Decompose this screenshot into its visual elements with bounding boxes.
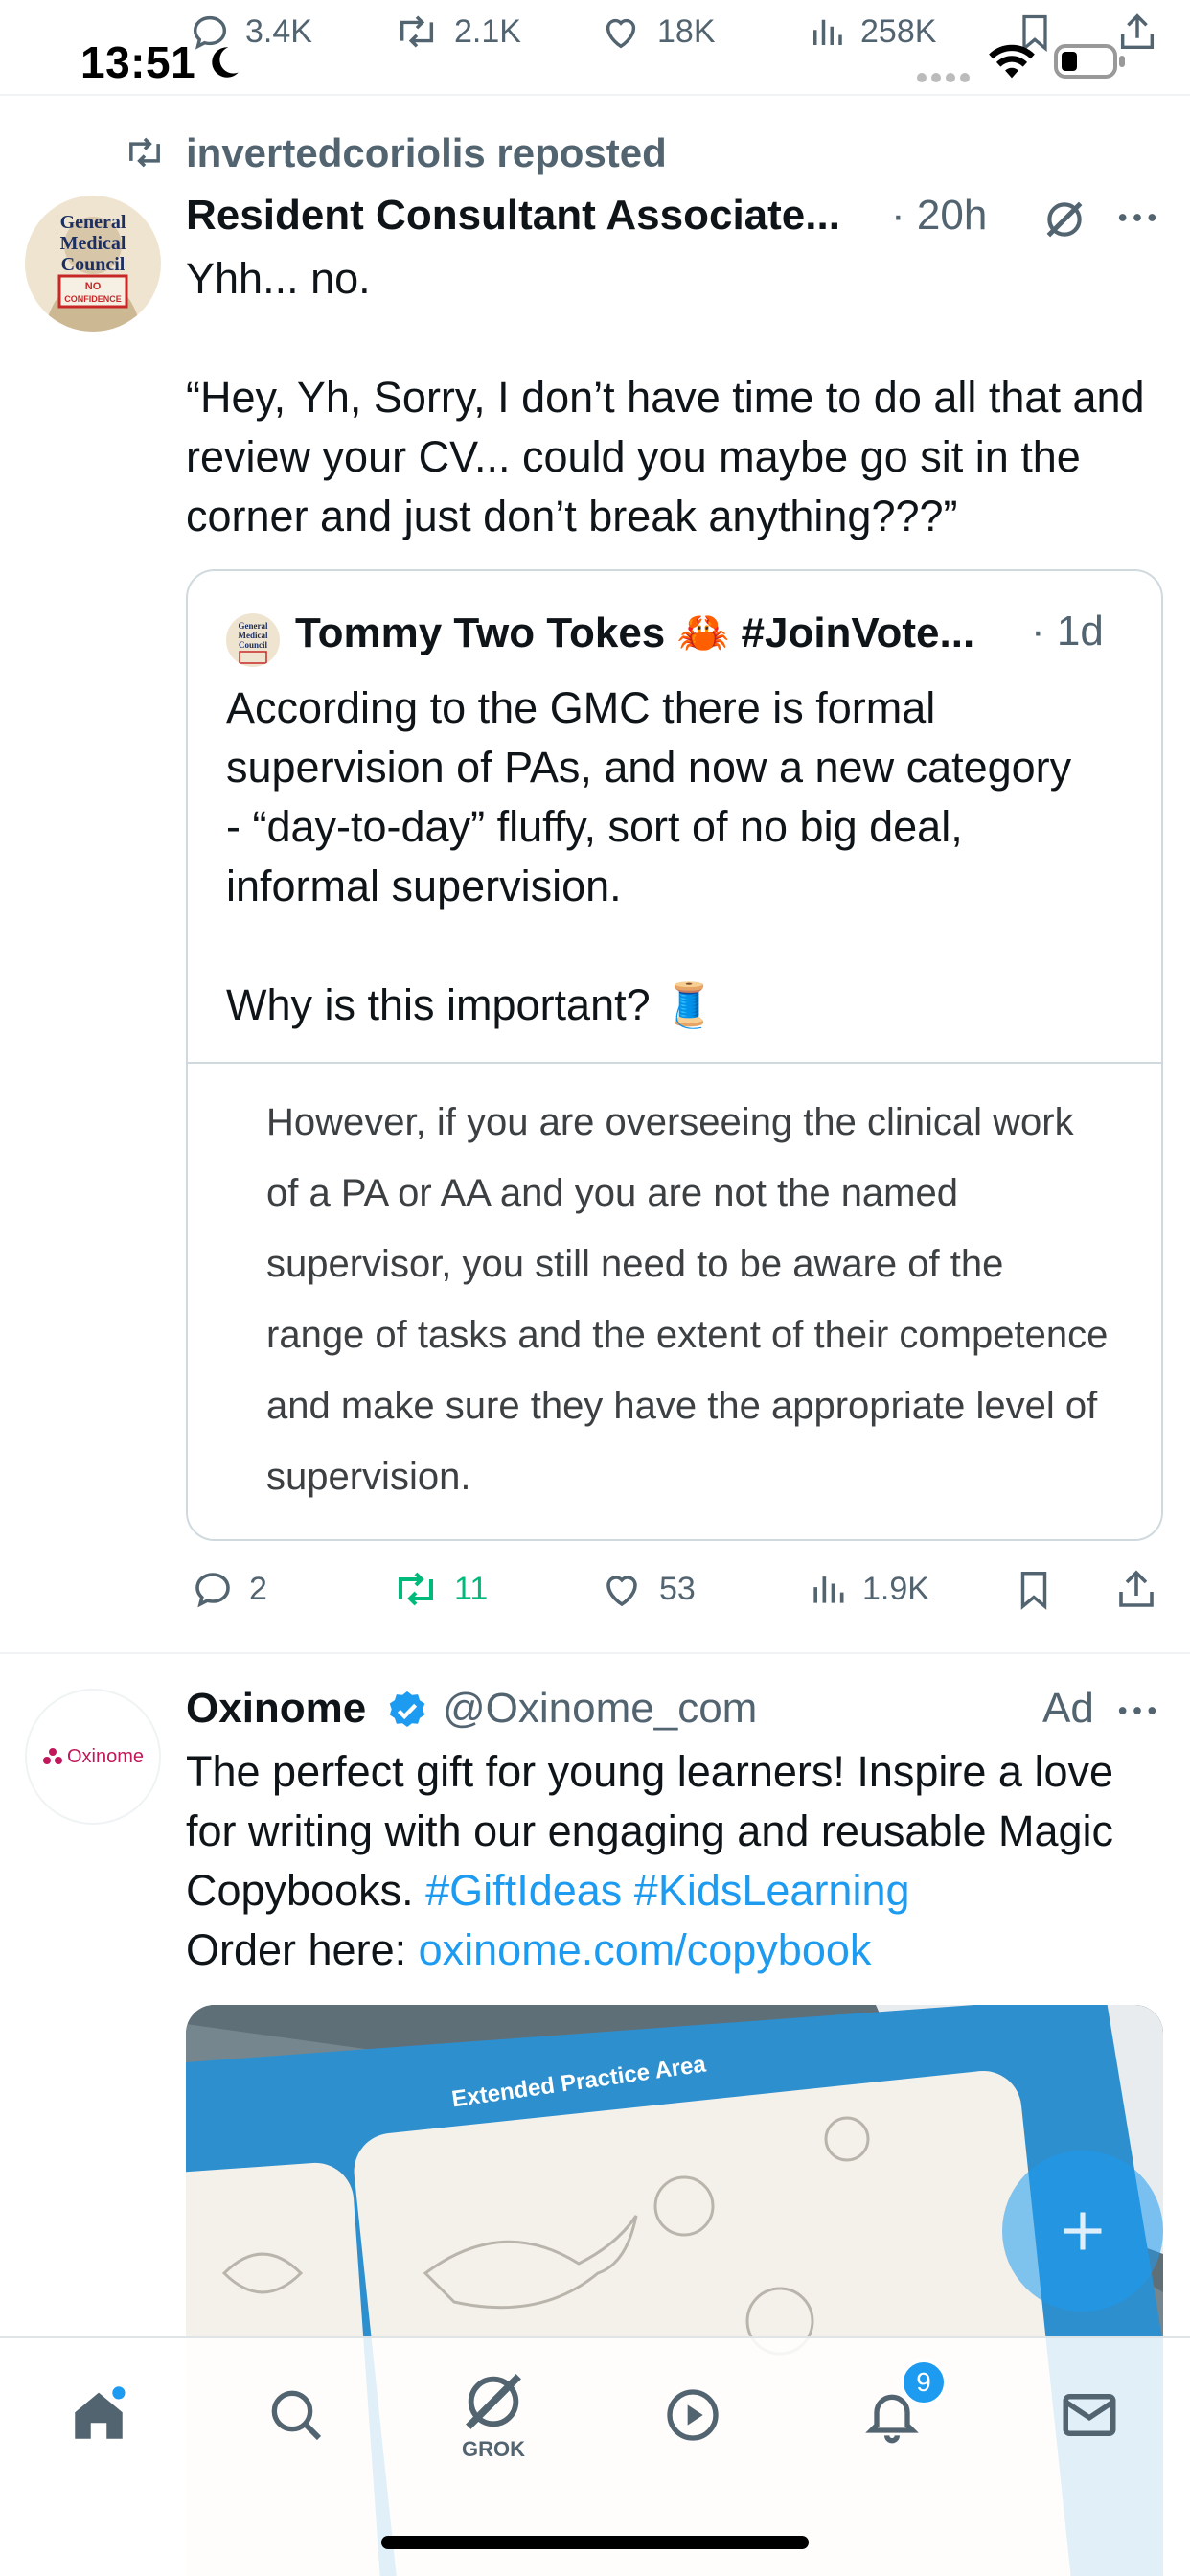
prev-like-count: 18K — [657, 12, 716, 50]
nav-grok[interactable]: GROK — [441, 2362, 546, 2468]
heart-icon — [598, 1566, 646, 1612]
repost-indicator-icon — [123, 130, 167, 174]
advertiser-avatar-text: Oxinome — [66, 1745, 145, 1767]
post-time: · 20h — [891, 192, 988, 239]
bookmark-icon — [1012, 1566, 1056, 1614]
repost-icon — [393, 10, 441, 54]
author-name[interactable]: Resident Consultant Associate... — [186, 192, 840, 240]
ad-label: Ad — [1042, 1685, 1094, 1732]
repost-indicator-label[interactable]: invertedcoriolis reposted — [186, 130, 667, 176]
views-count: 1.9K — [862, 1570, 929, 1607]
reply-count: 2 — [249, 1570, 267, 1607]
post-divider — [0, 1652, 1190, 1654]
oxinome-logo-icon — [42, 1748, 62, 1764]
advertiser-avatar[interactable]: Oxinome — [25, 1689, 161, 1825]
quoted-image-text: However, if you are overseeing the clini… — [266, 1101, 1109, 1498]
verified-badge-icon — [385, 1689, 429, 1733]
repost-button[interactable]: 11 — [391, 1566, 488, 1612]
avatar-text-line: Medical — [60, 233, 126, 254]
repost-icon — [391, 1566, 441, 1612]
prev-views-count: 258K — [860, 12, 937, 50]
hashtag-link[interactable]: #GiftIdeas — [425, 1866, 622, 1915]
do-not-disturb-moon-icon — [203, 42, 243, 82]
avatar-text-line: General — [60, 212, 126, 233]
quoted-avatar-text: Medical — [239, 631, 268, 640]
share-button[interactable] — [1113, 1566, 1159, 1614]
quoted-text-p2: Why is this important? 🧵 — [226, 980, 717, 1029]
wifi-icon — [987, 42, 1037, 80]
views-icon — [807, 10, 847, 54]
prev-views-action[interactable]: 258K — [807, 8, 936, 56]
battery-icon — [1054, 42, 1127, 80]
hashtag-link[interactable]: #KidsLearning — [634, 1866, 910, 1915]
advertiser-handle[interactable]: @Oxinome_com — [443, 1685, 757, 1733]
grok-label: GROK — [462, 2437, 525, 2461]
reply-icon — [190, 1566, 236, 1612]
views-icon — [807, 1566, 849, 1612]
ad-text: The perfect gift for young learners! Ins… — [186, 1742, 1154, 1980]
more-options-icon[interactable] — [1115, 1689, 1159, 1733]
home-indicator[interactable] — [381, 2536, 809, 2549]
avatar-text-line: NO — [85, 281, 102, 292]
mail-icon — [1058, 2383, 1121, 2447]
more-options-icon[interactable] — [1115, 196, 1159, 240]
like-button[interactable]: 53 — [598, 1566, 696, 1612]
status-time: 13:51 — [80, 37, 196, 87]
prev-repost-action[interactable]: 2.1K — [393, 8, 521, 56]
ad-url-link[interactable]: oxinome.com/copybook — [419, 1925, 872, 1974]
avatar[interactable]: General Medical Council NO CONFIDENCE — [25, 196, 161, 332]
post-text-line2: “Hey, Yh, Sorry, I don’t have time to do… — [186, 373, 1145, 540]
bookmark-button[interactable] — [1012, 1566, 1056, 1614]
play-icon — [662, 2384, 723, 2446]
post-text-line1: Yhh... no. — [186, 254, 371, 303]
reply-button[interactable]: 2 — [190, 1566, 267, 1612]
notifications-badge: 9 — [901, 2359, 947, 2405]
grok-icon — [460, 2368, 527, 2435]
compose-button[interactable] — [1002, 2150, 1163, 2312]
repost-count: 11 — [454, 1570, 489, 1607]
plus-icon — [1058, 2206, 1108, 2256]
quoted-avatar-text: Council — [239, 640, 268, 650]
prev-like-action[interactable]: 18K — [598, 8, 716, 56]
quoted-post-card[interactable]: General Medical Council Tommy Two Tokes … — [186, 569, 1163, 1541]
nav-video[interactable] — [640, 2362, 745, 2468]
nav-messages[interactable] — [1037, 2362, 1142, 2468]
heart-icon — [598, 10, 644, 54]
grok-icon[interactable] — [1041, 196, 1088, 243]
search-icon — [265, 2384, 327, 2446]
quoted-author-name[interactable]: Tommy Two Tokes 🦀 #JoinVote... — [295, 608, 974, 657]
quoted-image[interactable]: However, if you are overseeing the clini… — [188, 1062, 1161, 1539]
quoted-avatar: General Medical Council — [226, 613, 280, 667]
signal-dots-icon — [916, 71, 973, 84]
views-button[interactable]: 1.9K — [807, 1566, 929, 1612]
share-icon — [1113, 1566, 1159, 1614]
nav-search[interactable] — [243, 2362, 349, 2468]
quoted-text-p1: According to the GMC there is formal sup… — [226, 683, 1072, 910]
quoted-avatar-text: General — [239, 621, 268, 631]
prev-repost-count: 2.1K — [454, 12, 521, 50]
home-icon — [67, 2383, 130, 2447]
order-label: Order here: — [186, 1925, 407, 1974]
prev-reply-count: 3.4K — [245, 12, 312, 50]
avatar-text-line: CONFIDENCE — [64, 294, 122, 304]
avatar-text-line: Council — [61, 254, 126, 275]
quoted-post-time: · 1d — [1031, 608, 1104, 655]
advertiser-name[interactable]: Oxinome — [186, 1685, 366, 1733]
like-count: 53 — [659, 1570, 696, 1607]
nav-home[interactable] — [46, 2362, 151, 2468]
